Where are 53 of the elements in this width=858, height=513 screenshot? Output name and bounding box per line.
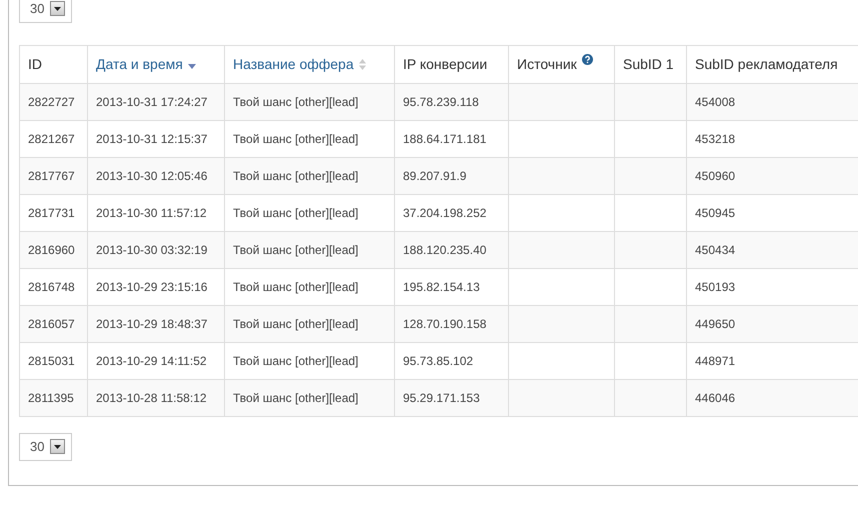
table-cell: Твой шанс [other][lead]	[233, 280, 358, 294]
table-cell: 2811395	[28, 390, 74, 404]
table-cell: 95.29.171.153	[403, 390, 480, 404]
table-cell: 454008	[695, 94, 736, 108]
table-cell: 2817767	[28, 168, 75, 182]
table-cell: 2013-10-29 23:15:16	[96, 280, 208, 294]
table-cell: 2817731	[28, 206, 75, 220]
table-cell: Твой шанс [other][lead]	[233, 94, 358, 108]
table-cell: 95.73.85.102	[403, 354, 474, 368]
table-cell: Твой шанс [other][lead]	[233, 132, 358, 146]
column-header: ID	[28, 56, 42, 72]
table-cell: 2816748	[28, 280, 75, 294]
table-cell: 188.64.171.181	[403, 132, 486, 146]
table-cell: 450434	[695, 242, 736, 256]
table-cell: Твой шанс [other][lead]	[233, 354, 358, 368]
table-cell: Твой шанс [other][lead]	[233, 168, 358, 182]
table-cell: 2013-10-28 11:58:12	[96, 390, 207, 404]
page-size-select[interactable]: 30	[19, 432, 72, 460]
table-cell: 2013-10-30 12:05:46	[96, 168, 208, 182]
table-cell: 449650	[695, 316, 736, 330]
column-header: IP конверсии	[403, 56, 488, 72]
table-cell: 195.82.154.13	[403, 280, 480, 294]
table-cell: 2013-10-31 17:24:27	[96, 94, 208, 108]
table-cell: 2816057	[28, 316, 75, 330]
table-cell: 37.204.198.252	[403, 206, 486, 220]
table-cell: 2013-10-29 14:11:52	[96, 354, 207, 368]
table-cell: 2821267	[28, 132, 75, 146]
table-cell: 446046	[695, 390, 736, 404]
table-cell: 128.70.190.158	[403, 316, 486, 330]
table-cell: 2815031	[28, 354, 75, 368]
column-header: SubID 1	[623, 56, 674, 72]
table-cell: 188.120.235.40	[403, 242, 486, 256]
table-cell: Твой шанс [other][lead]	[233, 242, 358, 256]
table-cell: 2013-10-30 03:32:19	[96, 242, 208, 256]
table-cell: 2013-10-29 18:48:37	[96, 316, 208, 330]
table-cell: 2013-10-30 11:57:12	[96, 206, 207, 220]
table-cell: Твой шанс [other][lead]	[233, 390, 358, 404]
column-header: SubID рекламодателя	[695, 56, 838, 72]
table-cell: 2816960	[28, 242, 75, 256]
table-cell: 453218	[695, 132, 736, 146]
table-cell: 2822727	[28, 94, 75, 108]
table-cell: 448971	[695, 354, 736, 368]
column-header: Источник	[517, 56, 577, 72]
table-cell: Твой шанс [other][lead]	[233, 316, 358, 330]
table-cell: 450193	[695, 280, 736, 294]
table-cell: 2013-10-31 12:15:37	[96, 132, 208, 146]
table-cell: 450960	[695, 168, 736, 182]
table-cell: 89.207.91.9	[403, 168, 466, 182]
table-cell: 450945	[695, 206, 736, 220]
table-cell: Твой шанс [other][lead]	[233, 206, 358, 220]
table-cell: 95.78.239.118	[403, 94, 479, 108]
page-size-select[interactable]: 30	[19, 0, 72, 22]
help-icon[interactable]	[582, 54, 593, 64]
